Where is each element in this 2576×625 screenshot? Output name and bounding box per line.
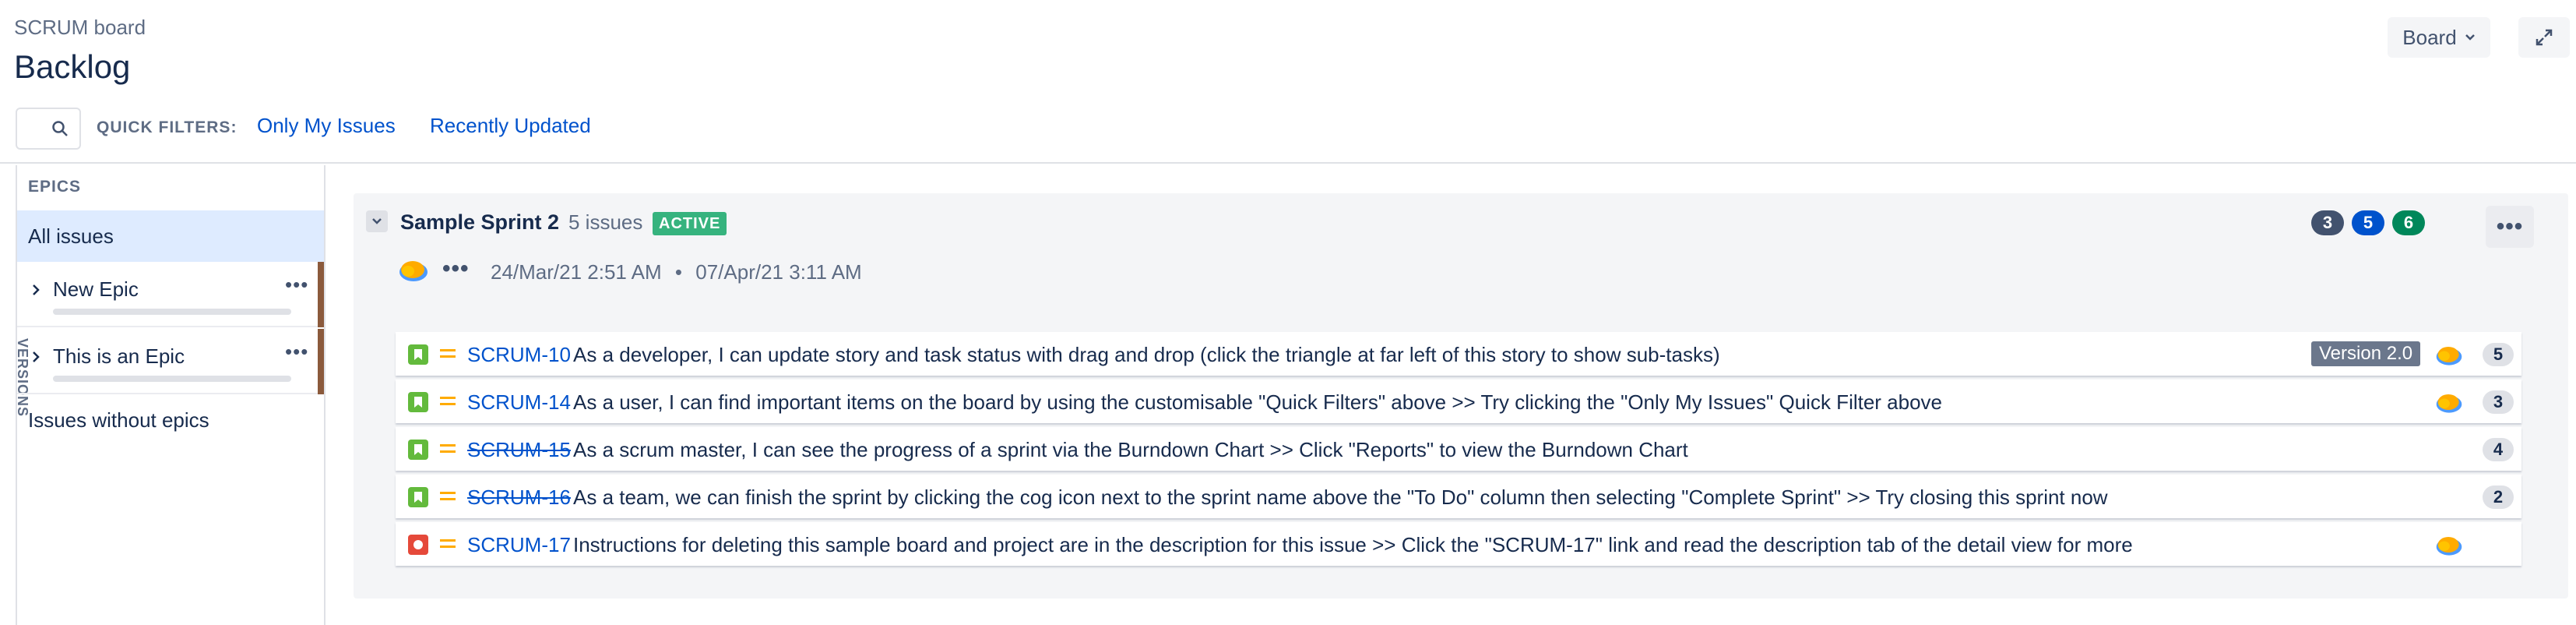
issue-row[interactable]: SCRUM-15 As a scrum master, I can see th… (396, 427, 2521, 471)
version-badge: Version 2.0 (2311, 341, 2421, 366)
story-points-badge: 2 (2483, 486, 2514, 509)
avatar[interactable] (2434, 531, 2464, 558)
epic-progress-bar (53, 309, 291, 315)
issue-key-link[interactable]: SCRUM-16 (467, 486, 571, 510)
todo-count-badge: 3 (2311, 210, 2344, 235)
date-separator: • (674, 260, 683, 284)
breadcrumb[interactable]: SCRUM board (14, 16, 146, 40)
priority-medium-icon (440, 539, 456, 548)
epic-color-marker (318, 262, 324, 327)
epic-color-marker (318, 329, 324, 394)
sprint-dates: 24/Mar/21 2:51 AM • 07/Apr/21 3:11 AM (491, 260, 862, 284)
epic-progress-bar (53, 376, 291, 382)
avatar[interactable] (397, 256, 430, 284)
issue-row[interactable]: SCRUM-10 As a developer, I can update st… (396, 332, 2521, 376)
all-issues-label: All issues (28, 224, 114, 248)
issue-list: SCRUM-10 As a developer, I can update st… (396, 332, 2521, 570)
issue-summary: As a team, we can finish the sprint by c… (573, 486, 2108, 509)
in-progress-count-badge: 5 (2352, 210, 2384, 235)
epics-panel: EPICS All issues New Epic ••• This is an… (17, 165, 326, 625)
priority-medium-icon (440, 444, 456, 453)
search-icon (52, 121, 68, 136)
sprint-start-date: 24/Mar/21 2:51 AM (491, 260, 662, 284)
page-title: Backlog (14, 48, 131, 85)
board-button[interactable]: Board (2388, 17, 2490, 58)
story-icon (408, 440, 428, 460)
issue-summary: As a user, I can find important items on… (573, 390, 1943, 414)
page-header: SCRUM board Backlog Board QUICK FILTERS:… (0, 0, 2576, 164)
issue-summary: As a developer, I can update story and t… (573, 343, 1720, 366)
epic-name: New Epic (53, 277, 139, 301)
sprint-name: Sample Sprint 2 (400, 210, 560, 234)
priority-medium-icon (440, 492, 456, 500)
issue-row[interactable]: SCRUM-16 As a team, we can finish the sp… (396, 475, 2521, 518)
sprint-collapse-toggle[interactable] (366, 210, 388, 232)
expand-icon (2536, 29, 2553, 46)
story-points-badge: 4 (2483, 438, 2514, 461)
epic-more-icon[interactable]: ••• (285, 273, 308, 297)
epics-heading: EPICS (28, 178, 82, 196)
chevron-right-icon[interactable] (30, 284, 42, 296)
sprint-more-actions-button[interactable]: ••• (2486, 206, 2534, 248)
epic-item[interactable]: This is an Epic ••• (17, 329, 324, 394)
priority-medium-icon (440, 349, 456, 358)
story-points-badge: 5 (2483, 343, 2514, 366)
issue-summary: Instructions for deleting this sample bo… (573, 533, 2133, 556)
chevron-right-icon[interactable] (30, 351, 42, 363)
quick-filter-only-my-issues[interactable]: Only My Issues (257, 114, 396, 138)
quick-filter-recently-updated[interactable]: Recently Updated (430, 114, 591, 138)
chevron-down-icon (2465, 34, 2475, 41)
sprint-status-badge: ACTIVE (653, 212, 727, 235)
search-input[interactable] (16, 108, 81, 150)
bug-icon (408, 535, 428, 555)
story-icon (408, 487, 428, 507)
epic-more-icon[interactable]: ••• (285, 340, 308, 364)
avatar[interactable] (2434, 341, 2464, 368)
issue-key-link[interactable]: SCRUM-10 (467, 343, 571, 367)
issue-key-link[interactable]: SCRUM-17 (467, 533, 571, 557)
issues-without-epics[interactable]: Issues without epics (28, 408, 209, 433)
issue-key-link[interactable]: SCRUM-15 (467, 438, 571, 462)
issue-key-link[interactable]: SCRUM-14 (467, 390, 571, 415)
epics-all-issues[interactable]: All issues (17, 210, 324, 262)
sprint-issue-count: 5 issues (568, 210, 643, 234)
story-points-badge: 3 (2483, 390, 2514, 414)
priority-medium-icon (440, 397, 456, 405)
issue-row[interactable]: SCRUM-14 As a user, I can find important… (396, 380, 2521, 423)
board-button-label: Board (2402, 25, 2457, 49)
epic-item[interactable]: New Epic ••• (17, 262, 324, 327)
quick-filters-label: QUICK FILTERS: (97, 118, 238, 136)
chevron-down-icon (372, 218, 382, 224)
avatar[interactable] (2434, 389, 2464, 415)
versions-panel-toggle[interactable]: VERSIONS (0, 165, 30, 625)
sprint-more-icon[interactable]: ••• (442, 256, 470, 282)
done-count-badge: 6 (2392, 210, 2425, 235)
story-icon (408, 344, 428, 365)
issue-summary: As a scrum master, I can see the progres… (573, 438, 1688, 461)
issue-row[interactable]: SCRUM-17 Instructions for deleting this … (396, 522, 2521, 566)
epic-name: This is an Epic (53, 344, 185, 368)
sprint-end-date: 07/Apr/21 3:11 AM (695, 260, 862, 284)
story-icon (408, 392, 428, 412)
sprint-container: Sample Sprint 2 5 issues ACTIVE 3 5 6 ••… (354, 193, 2568, 599)
expand-button[interactable] (2518, 17, 2570, 58)
